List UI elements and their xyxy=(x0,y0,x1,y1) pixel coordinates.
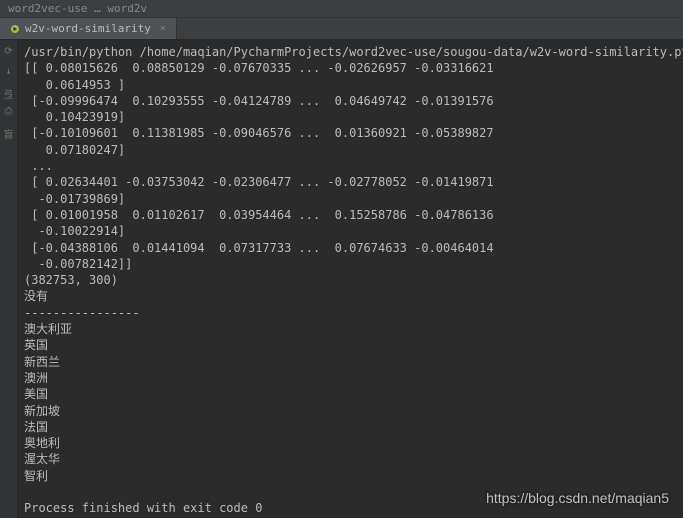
console-line: [ 0.01001958 0.01102617 0.03954464 ... 0… xyxy=(24,208,494,222)
console-line: 0.0614953 ] xyxy=(24,78,125,92)
console-line: Process finished with exit code 0 xyxy=(24,501,262,515)
console-line: 英国 xyxy=(24,338,48,352)
console-line: 0.10423919] xyxy=(24,110,125,124)
console-output[interactable]: /usr/bin/python /home/maqian/PycharmProj… xyxy=(18,40,683,518)
console-line: /usr/bin/python /home/maqian/PycharmProj… xyxy=(24,45,683,59)
watermark-text: https://blog.csdn.net/maqian5 xyxy=(486,490,669,506)
run-tab-label: w2v-word-similarity xyxy=(25,22,151,35)
console-line: -0.01739869] xyxy=(24,192,125,206)
close-icon[interactable]: × xyxy=(160,23,166,34)
wrap-icon[interactable]: 弖 xyxy=(3,86,15,98)
down-icon[interactable]: ↓ xyxy=(3,66,15,78)
run-gutter: ⟳ ↓ 弖 ⎙ 盲 xyxy=(0,40,18,518)
console-line: 新西兰 xyxy=(24,355,60,369)
console-line: 没有 xyxy=(24,289,48,303)
console-line: 澳洲 xyxy=(24,371,48,385)
console-line: -0.10022914] xyxy=(24,224,125,238)
console-line: [ 0.02634401 -0.03753042 -0.02306477 ...… xyxy=(24,175,494,189)
breadcrumb-text: word2vec-use … word2v xyxy=(8,2,147,15)
console-line: 渥太华 xyxy=(24,452,60,466)
console-line: 新加坡 xyxy=(24,404,60,418)
run-tab-bar: w2v-word-similarity × xyxy=(0,18,683,40)
python-run-icon xyxy=(10,24,20,34)
console-line: 奥地利 xyxy=(24,436,60,450)
console-line: 智利 xyxy=(24,469,48,483)
console-line: [[ 0.08015626 0.08850129 -0.07670335 ...… xyxy=(24,61,494,75)
trash-icon[interactable]: 盲 xyxy=(3,126,15,138)
console-line: ---------------- xyxy=(24,306,140,320)
console-line: 法国 xyxy=(24,420,48,434)
console-line: (382753, 300) xyxy=(24,273,118,287)
breadcrumb-bar: word2vec-use … word2v xyxy=(0,0,683,18)
console-line: ... xyxy=(24,159,53,173)
console-line: [-0.10109601 0.11381985 -0.09046576 ... … xyxy=(24,126,494,140)
console-line: 美国 xyxy=(24,387,48,401)
console-line: -0.00782142]] xyxy=(24,257,132,271)
run-tab-active[interactable]: w2v-word-similarity × xyxy=(0,18,177,39)
console-line: 0.07180247] xyxy=(24,143,125,157)
run-panel: ⟳ ↓ 弖 ⎙ 盲 /usr/bin/python /home/maqian/P… xyxy=(0,40,683,518)
console-line: [-0.04388106 0.01441094 0.07317733 ... 0… xyxy=(24,241,494,255)
console-line: 澳大利亚 xyxy=(24,322,72,336)
print-icon[interactable]: ⎙ xyxy=(3,106,15,118)
rerun-icon[interactable]: ⟳ xyxy=(3,46,15,58)
console-line: [-0.09996474 0.10293555 -0.04124789 ... … xyxy=(24,94,494,108)
